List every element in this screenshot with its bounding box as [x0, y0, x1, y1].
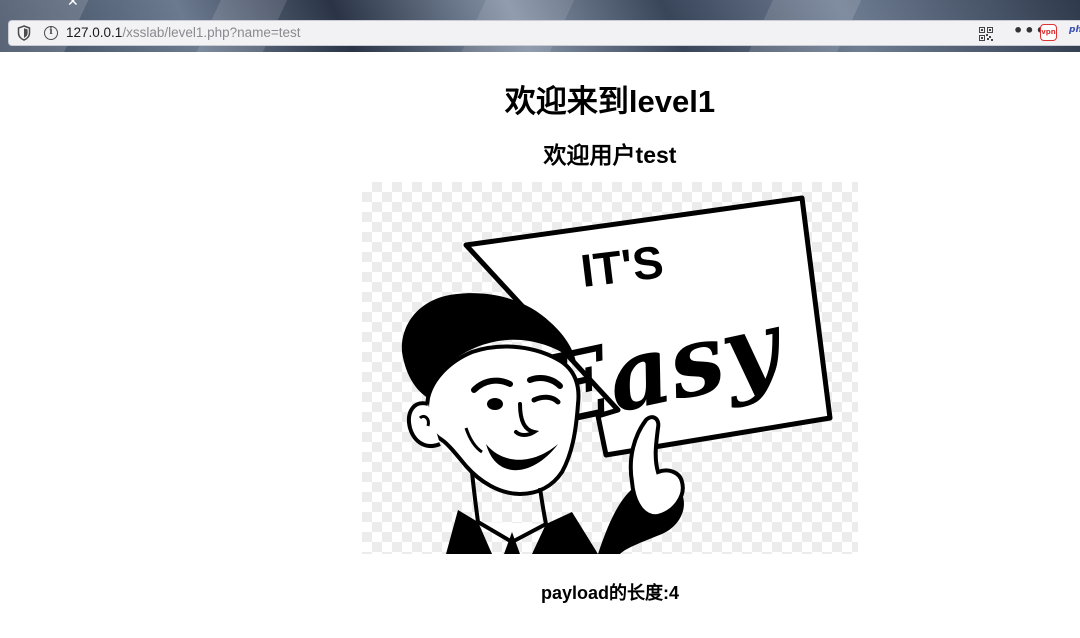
- tab-close-icon[interactable]: ✕: [67, 0, 79, 10]
- php-extension-icon[interactable]: php: [1069, 25, 1080, 35]
- qr-code-icon[interactable]: [979, 26, 993, 41]
- sign-text-its: IT'S: [578, 235, 666, 297]
- info-icon[interactable]: i: [44, 26, 58, 40]
- its-easy-illustration: IT'S Easy: [362, 182, 858, 554]
- page-title: 欢迎来到level1: [504, 84, 716, 119]
- url-bar[interactable]: i 127.0.0.1/xsslab/level1.php?name=test …: [8, 20, 1080, 46]
- url-path: /xsslab/level1.php?name=test: [122, 25, 301, 40]
- welcome-user-heading: 欢迎用户test: [543, 142, 677, 168]
- url-host: 127.0.0.1: [66, 25, 123, 40]
- url-text[interactable]: 127.0.0.1/xsslab/level1.php?name=test: [66, 25, 301, 40]
- payload-length-text: payload的长度:4: [540, 583, 680, 603]
- extension-icon[interactable]: vpn: [1040, 24, 1057, 41]
- shield-icon[interactable]: [17, 25, 31, 41]
